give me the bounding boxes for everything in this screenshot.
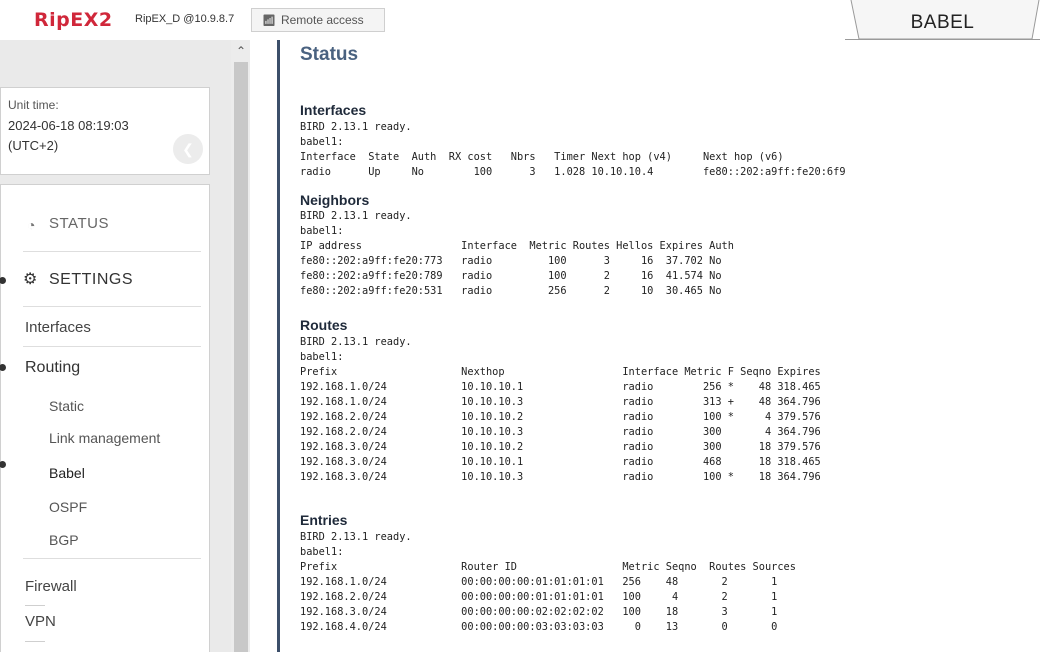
active-bullet-icon bbox=[0, 277, 6, 284]
sidebar-item-static-label: Static bbox=[49, 398, 85, 414]
page-title: BABEL bbox=[910, 12, 975, 33]
divider bbox=[25, 605, 45, 606]
unit-time-timezone: (UTC+2) bbox=[8, 138, 59, 153]
page-title-tab: BABEL bbox=[845, 0, 1040, 40]
sidebar-menu: ◔ STATUS ⚙ SETTINGS Interfaces Routing S… bbox=[0, 184, 210, 652]
divider bbox=[25, 641, 45, 642]
top-bar: RipEX2 RipEX_D @10.9.8.7 📶︎ Remote acces… bbox=[0, 0, 1044, 40]
sidebar-item-routing-label: Routing bbox=[25, 359, 81, 376]
content-left-border bbox=[277, 40, 280, 652]
divider bbox=[23, 306, 201, 307]
scroll-up-icon[interactable]: ⌃ bbox=[234, 44, 248, 58]
routes-output: BIRD 2.13.1 ready. babel1: Prefix Nextho… bbox=[300, 336, 821, 483]
interfaces-output: BIRD 2.13.1 ready. babel1: Interface Sta… bbox=[300, 121, 846, 178]
entries-heading: Entries bbox=[300, 512, 348, 528]
remote-access-button[interactable]: 📶︎ Remote access bbox=[251, 8, 385, 32]
collapse-sidebar-icon[interactable]: ❮ bbox=[173, 134, 203, 164]
gear-icon: ⚙ bbox=[23, 271, 38, 288]
gauge-icon: ◔ bbox=[27, 217, 36, 233]
status-content: Status Interfaces BIRD 2.13.1 ready. bab… bbox=[281, 40, 1041, 652]
active-bullet-icon bbox=[0, 461, 6, 468]
sidebar-item-status-label: STATUS bbox=[49, 215, 109, 232]
antenna-icon: 📶︎ bbox=[262, 14, 276, 27]
interfaces-heading: Interfaces bbox=[300, 102, 367, 118]
active-bullet-icon bbox=[0, 364, 6, 371]
divider bbox=[23, 346, 201, 347]
neighbors-output: BIRD 2.13.1 ready. babel1: IP address In… bbox=[300, 210, 734, 297]
ripex-logo[interactable]: RipEX2 bbox=[34, 9, 113, 31]
unit-time-panel: Unit time: 2024-06-18 08:19:03 (UTC+2) ❮ bbox=[0, 87, 210, 175]
entries-output: BIRD 2.13.1 ready. babel1: Prefix Router… bbox=[300, 531, 796, 633]
remote-access-label: Remote access bbox=[280, 13, 364, 27]
sidebar-item-interfaces-label: Interfaces bbox=[25, 319, 91, 336]
neighbors-heading: Neighbors bbox=[300, 192, 370, 208]
sidebar-item-ospf-label: OSPF bbox=[49, 499, 88, 515]
device-address: RipEX_D @10.9.8.7 bbox=[135, 13, 235, 25]
unit-time-date: 2024-06-18 08:19:03 bbox=[8, 118, 129, 133]
divider bbox=[23, 251, 201, 252]
unit-time-label: Unit time: bbox=[8, 98, 59, 112]
sidebar-item-vpn-label: VPN bbox=[25, 613, 56, 630]
sidebar-item-settings-label: SETTINGS bbox=[49, 271, 134, 288]
sidebar-item-bgp-label: BGP bbox=[49, 532, 79, 548]
status-heading: Status bbox=[300, 44, 359, 65]
sidebar-item-babel-label: Babel bbox=[49, 465, 85, 481]
sidebar-item-link-management-label: Link management bbox=[49, 430, 161, 446]
routes-heading: Routes bbox=[300, 317, 348, 333]
sidebar-item-firewall-label: Firewall bbox=[25, 578, 77, 595]
divider bbox=[23, 558, 201, 559]
scrollbar-thumb[interactable] bbox=[234, 62, 248, 652]
